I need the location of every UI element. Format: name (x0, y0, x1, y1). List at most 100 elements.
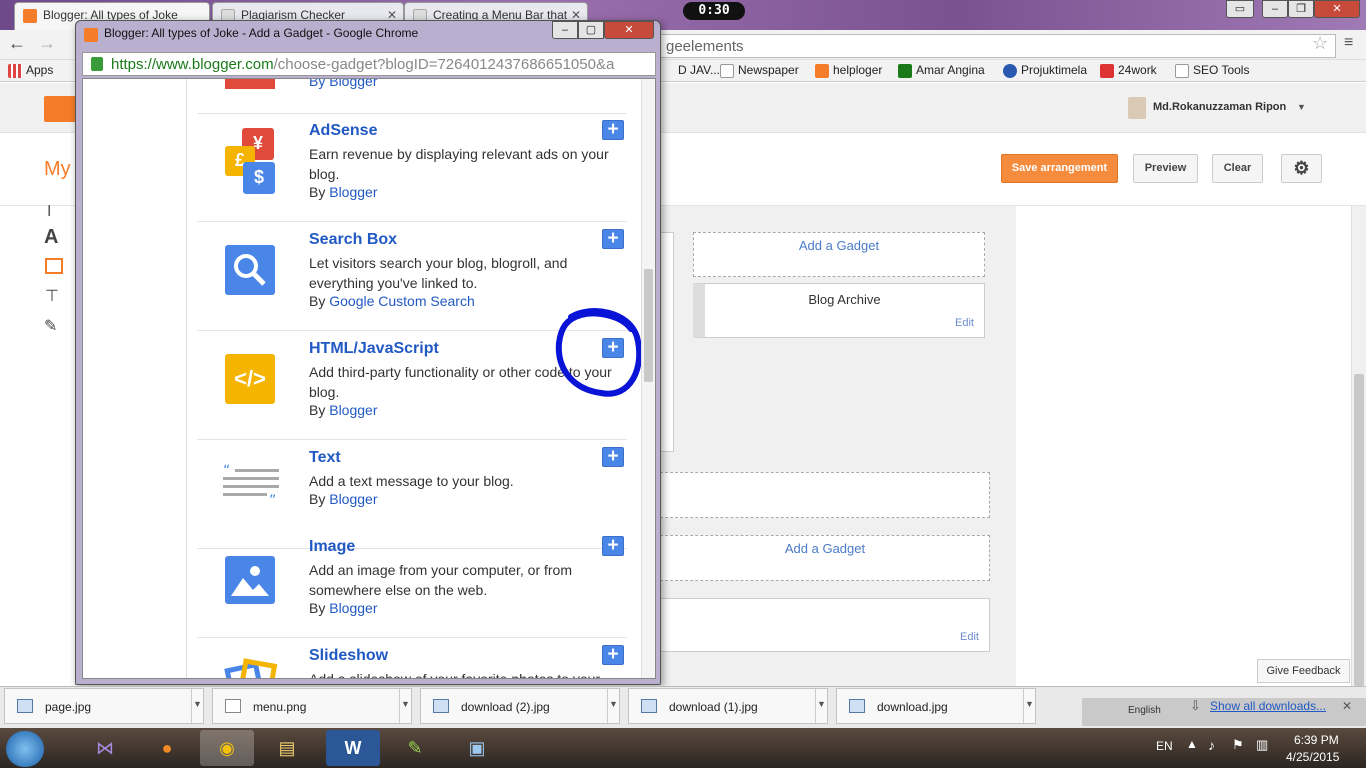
minimize-icon[interactable]: – (552, 21, 578, 39)
start-button[interactable] (6, 731, 44, 767)
author-link[interactable]: Google Custom Search (329, 293, 475, 309)
volume-icon[interactable]: ♪ (1208, 737, 1215, 753)
user-icon[interactable]: ▭ (1226, 0, 1254, 18)
clock-time[interactable]: 6:39 PM (1294, 733, 1339, 747)
user-name[interactable]: Md.Rokanuzzaman Ripon (1153, 101, 1286, 113)
network-icon[interactable]: ▥ (1256, 737, 1268, 753)
tray-up-icon[interactable]: ▲ (1186, 737, 1198, 751)
gadget[interactable]: Edit (660, 598, 990, 652)
blogger-logo[interactable] (44, 96, 76, 122)
maximize-icon[interactable]: ❐ (1288, 0, 1314, 18)
chevron-down-icon[interactable]: ▼ (399, 689, 411, 723)
chevron-down-icon[interactable]: ▼ (1023, 689, 1035, 723)
add-gadget-button[interactable]: + (602, 447, 624, 467)
give-feedback-button[interactable]: Give Feedback (1257, 659, 1350, 683)
gadget-byline: By Blogger (309, 600, 378, 616)
add-gadget-button[interactable]: + (602, 120, 624, 140)
gear-icon[interactable]: ⚙ (1281, 154, 1322, 183)
forward-icon[interactable]: → (38, 33, 56, 54)
gadget-description: Earn revenue by displaying relevant ads … (309, 146, 609, 182)
text-icon: “” (223, 463, 281, 513)
maximize-icon[interactable]: ▢ (578, 21, 604, 39)
close-window-icon[interactable]: ✕ (1314, 0, 1360, 18)
download-item[interactable]: download.jpg ▼ (836, 688, 1036, 724)
close-icon[interactable]: ✕ (1342, 699, 1352, 713)
add-gadget-button[interactable]: + (602, 645, 624, 665)
page-scrollbar[interactable] (1351, 206, 1366, 686)
star-icon[interactable]: ☆ (1312, 33, 1328, 54)
show-all-downloads-link[interactable]: Show all downloads... (1210, 699, 1326, 713)
edit-link[interactable]: Edit (955, 317, 974, 329)
bookmark-seo-tools[interactable]: SEO Tools (1175, 63, 1249, 78)
blog-archive-gadget[interactable]: Blog Archive Edit (693, 283, 985, 338)
blogger-icon (815, 64, 829, 78)
gadget-title[interactable]: Search Box (309, 231, 397, 249)
chevron-down-icon[interactable]: ▼ (607, 689, 619, 723)
stats-icon[interactable]: I (47, 203, 51, 221)
bookmark-helploger[interactable]: helploger (815, 63, 882, 78)
author-link[interactable]: Blogger (329, 491, 377, 507)
clear-button[interactable]: Clear (1212, 154, 1263, 183)
back-icon[interactable]: ← (8, 33, 26, 54)
explorer-icon[interactable]: ▤ (260, 730, 314, 766)
visual-studio-icon[interactable]: ⋈ (78, 730, 132, 766)
gadget-title[interactable]: HTML/JavaScript (309, 340, 439, 358)
bookmark-javascript[interactable]: D JAV... (660, 63, 720, 77)
bookmark-projuktimela[interactable]: Projuktimela (1003, 63, 1087, 78)
bookmark-newspaper[interactable]: Newspaper (720, 63, 799, 78)
preview-button[interactable]: Preview (1133, 154, 1198, 183)
close-window-icon[interactable]: ✕ (604, 21, 654, 39)
edit-link[interactable]: Edit (960, 631, 979, 643)
word-icon[interactable]: W (326, 730, 380, 766)
layout-icon[interactable] (45, 258, 63, 274)
wrench-icon[interactable]: ✎ (44, 316, 57, 336)
paint-icon[interactable]: ✎ (388, 730, 442, 766)
scroll-thumb[interactable] (1354, 374, 1364, 686)
save-arrangement-button[interactable]: Save arrangement (1001, 154, 1118, 183)
gadget-title[interactable]: Image (309, 538, 355, 556)
avatar[interactable] (1128, 97, 1146, 119)
gadget-adsense: ¥ £ $ AdSense Earn revenue by displaying… (197, 114, 627, 222)
author-link[interactable]: Blogger (329, 402, 377, 418)
chevron-down-icon[interactable]: ▼ (1297, 102, 1306, 112)
download-item[interactable]: download (1).jpg ▼ (628, 688, 828, 724)
gadget-title[interactable]: Slideshow (309, 647, 388, 665)
language-label[interactable]: English (1128, 705, 1161, 716)
gadget-title[interactable]: AdSense (309, 122, 377, 140)
download-item[interactable]: download (2).jpg ▼ (420, 688, 620, 724)
photo-viewer-icon[interactable]: ▣ (450, 730, 504, 766)
bookmark-amar-angina[interactable]: Amar Angina (898, 63, 985, 78)
chevron-down-icon[interactable]: ▼ (815, 689, 827, 723)
add-gadget-button[interactable]: + (602, 229, 624, 249)
add-gadget-button[interactable]: + (602, 536, 624, 556)
gadget-title[interactable]: Text (309, 449, 341, 467)
bookmark-apps[interactable]: Apps (8, 63, 53, 78)
minimize-icon[interactable]: – (1262, 0, 1288, 18)
paint-roller-icon[interactable]: ⊤ (45, 286, 59, 306)
menu-icon[interactable]: ≡ (1344, 34, 1353, 52)
author-link[interactable]: Blogger (329, 184, 377, 200)
bookmark-24work[interactable]: 24work (1100, 63, 1157, 78)
add-gadget-popup: Blogger: All types of Joke - Add a Gadge… (75, 20, 661, 685)
action-center-icon[interactable]: ⚑ (1232, 737, 1244, 753)
chevron-down-icon[interactable]: ▼ (191, 689, 203, 723)
add-gadget-link[interactable]: Add a Gadget (693, 232, 985, 277)
author-link[interactable]: Blogger (329, 600, 377, 616)
popup-scrollbar[interactable] (641, 79, 655, 678)
popup-url-field[interactable]: https://www.blogger.com/choose-gadget?bl… (82, 52, 656, 76)
file-icon (225, 699, 241, 713)
download-item[interactable]: menu.png ▼ (212, 688, 412, 724)
gadget-description: Add a text message to your blog. (309, 473, 514, 489)
download-icon: ⇩ (1190, 698, 1201, 713)
language-indicator[interactable]: EN (1156, 739, 1173, 753)
firefox-icon[interactable]: ● (140, 730, 194, 766)
gadget-description: Let visitors search your blog, blogroll,… (309, 255, 568, 291)
scroll-thumb[interactable] (644, 269, 653, 382)
add-gadget-link[interactable]: Add a Gadget (660, 535, 990, 581)
url-field[interactable]: geelements (660, 34, 1336, 58)
chrome-icon[interactable]: ◉ (200, 730, 254, 766)
clock-date[interactable]: 4/25/2015 (1286, 750, 1339, 764)
highlight-annotation (555, 308, 643, 397)
template-icon[interactable]: A (44, 226, 58, 249)
download-item[interactable]: page.jpg ▼ (4, 688, 204, 724)
